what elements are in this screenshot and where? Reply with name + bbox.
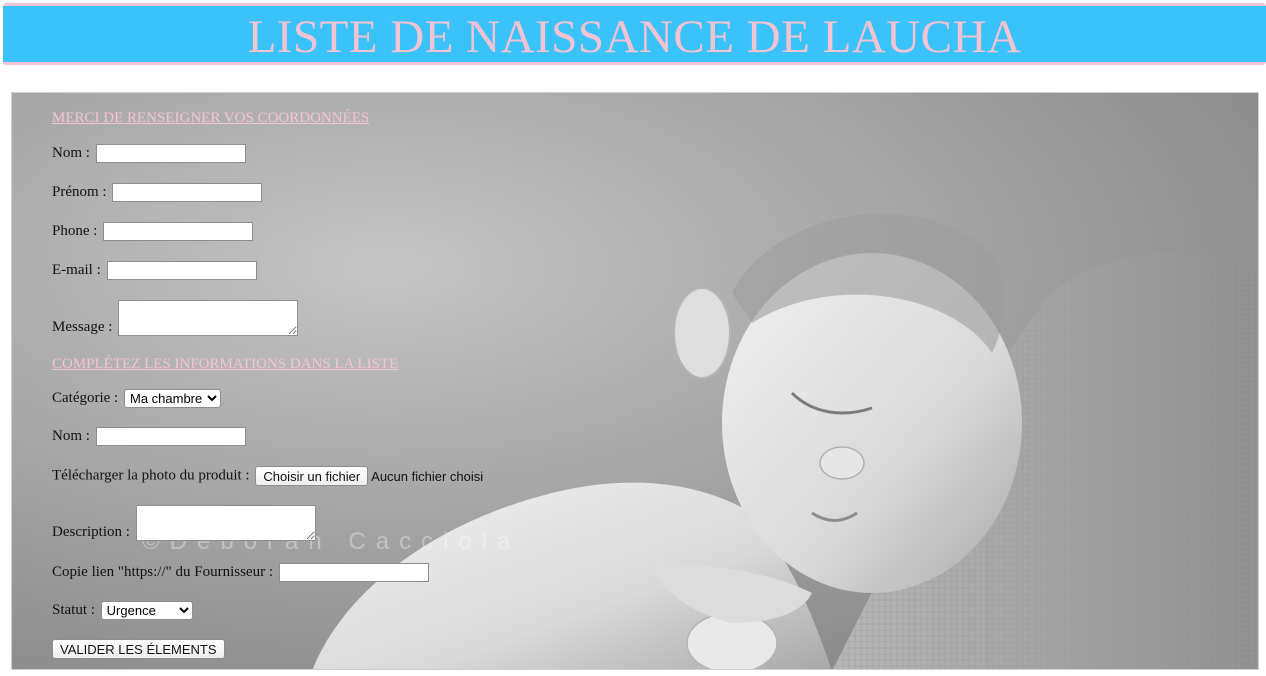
nom-label: Nom : (52, 145, 90, 161)
lien-row: Copie lien "https://" du Fournisseur : (52, 563, 429, 582)
statut-row: Statut : Urgence (52, 601, 193, 620)
message-row: Message : (52, 300, 299, 336)
prenom-row: Prénom : (52, 183, 263, 202)
description-label: Description : (52, 524, 130, 540)
validate-button[interactable]: VALIDER LES ÉLEMENTS (52, 639, 225, 659)
choose-file-button[interactable]: Choisir un fichier (255, 466, 369, 486)
email-label: E-mail : (52, 262, 101, 278)
item-nom-input[interactable] (95, 427, 246, 446)
photo-upload-label: Télécharger la photo du produit : (52, 467, 250, 484)
phone-row: Phone : (52, 222, 254, 241)
categorie-row: Catégorie : Ma chambre (52, 389, 221, 408)
email-row: E-mail : (52, 261, 257, 280)
lien-input[interactable] (278, 563, 429, 582)
description-row: Description : (52, 505, 316, 541)
item-nom-row: Nom : (52, 427, 246, 446)
description-textarea[interactable] (135, 505, 316, 541)
item-section-title: COMPLÉTEZ LES INFORMATIONS DANS LA LISTE (52, 356, 399, 372)
statut-label: Statut : (52, 602, 95, 618)
page-title: LISTE DE NAISSANCE DE LAUCHA (247, 11, 1022, 63)
categorie-select[interactable]: Ma chambre (123, 389, 221, 408)
file-status-text: Aucun fichier choisi (371, 468, 484, 484)
nom-input[interactable] (95, 144, 246, 163)
item-nom-label: Nom : (52, 428, 90, 444)
message-textarea[interactable] (118, 300, 299, 336)
statut-select[interactable]: Urgence (100, 601, 193, 620)
form-panel: ©Deborah Cacciola MERCI DE RENSEIGNER VO… (11, 92, 1259, 670)
contact-section-title: MERCI DE RENSEIGNER VOS COORDONNÉES (52, 110, 370, 126)
message-label: Message : (52, 319, 113, 335)
registry-form: MERCI DE RENSEIGNER VOS COORDONNÉES Nom … (12, 93, 1258, 669)
phone-label: Phone : (52, 223, 98, 239)
email-input[interactable] (106, 261, 257, 280)
page-header: LISTE DE NAISSANCE DE LAUCHA (3, 3, 1266, 65)
nom-row: Nom : (52, 144, 246, 163)
photo-upload-row: Télécharger la photo du produit : Choisi… (52, 466, 483, 486)
prenom-input[interactable] (112, 183, 263, 202)
lien-label: Copie lien "https://" du Fournisseur : (52, 564, 273, 580)
prenom-label: Prénom : (52, 184, 107, 200)
phone-input[interactable] (103, 222, 254, 241)
submit-row: VALIDER LES ÉLEMENTS (52, 639, 225, 659)
categorie-label: Catégorie : (52, 390, 119, 406)
